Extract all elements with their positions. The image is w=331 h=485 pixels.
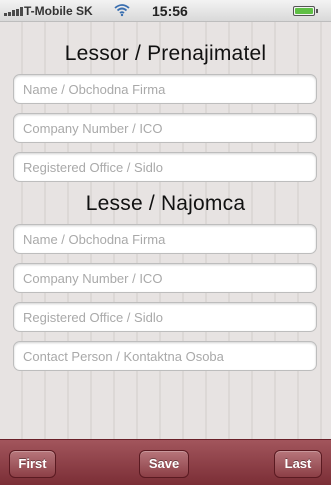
lessee-name-input[interactable] xyxy=(13,224,317,254)
lessor-section-title: Lessor / Prenajimatel xyxy=(64,42,267,65)
app-screen: T-Mobile SK 15:56 Lessor / Prenajimatel … xyxy=(0,0,331,485)
lessee-contact-person-input[interactable] xyxy=(13,341,317,371)
last-button[interactable]: Last xyxy=(274,450,322,478)
signal-icon xyxy=(4,7,23,16)
lessor-registered-office-input[interactable] xyxy=(13,152,317,182)
carrier-name: T-Mobile SK xyxy=(24,4,93,18)
first-button[interactable]: First xyxy=(9,450,56,478)
lessee-registered-office-input[interactable] xyxy=(13,302,317,332)
lessor-company-number-input[interactable] xyxy=(13,113,317,143)
lessee-company-number-input[interactable] xyxy=(13,263,317,293)
wifi-icon xyxy=(114,4,130,17)
form-area: Lessor / Prenajimatel Lesse / Najomca xyxy=(0,22,331,439)
lessor-name-input[interactable] xyxy=(13,74,317,104)
save-button[interactable]: Save xyxy=(139,450,189,478)
lessee-section-title: Lesse / Najomca xyxy=(85,192,246,215)
bottom-toolbar: First Save Last xyxy=(0,439,331,485)
status-bar: T-Mobile SK 15:56 xyxy=(0,0,331,22)
status-time: 15:56 xyxy=(152,3,188,19)
battery-icon xyxy=(293,6,318,16)
